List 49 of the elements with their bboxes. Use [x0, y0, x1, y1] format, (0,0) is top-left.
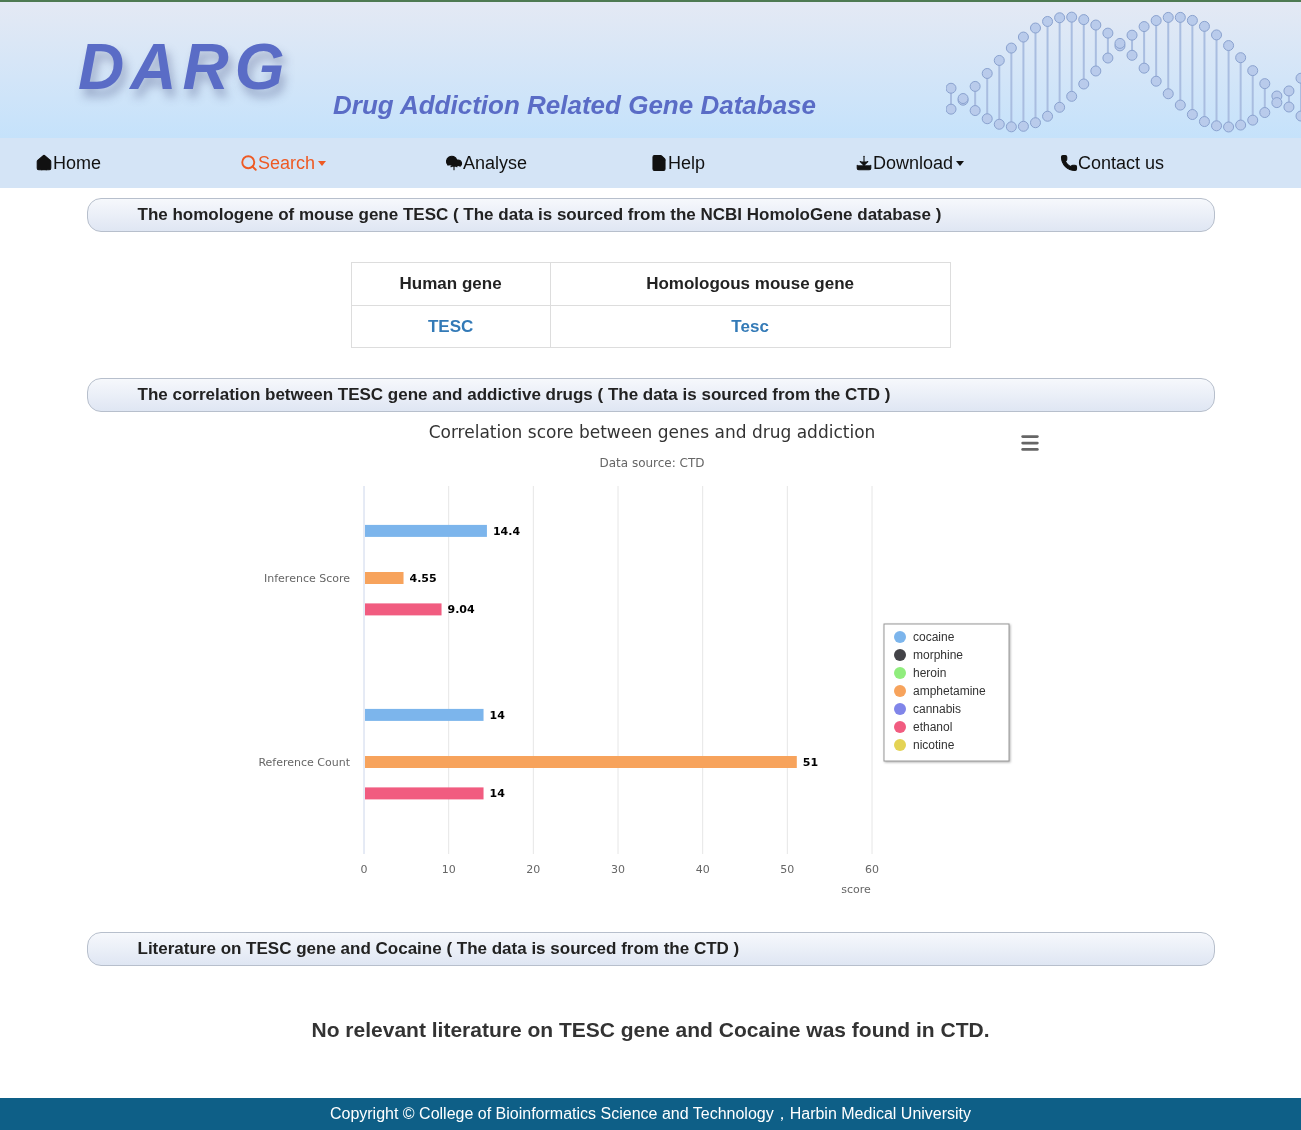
file-icon — [650, 154, 668, 172]
axis-tick-label: 60 — [864, 863, 879, 876]
data-label: 51 — [802, 756, 818, 769]
nav-link[interactable]: Contact us — [1025, 152, 1230, 174]
house-icon — [35, 154, 53, 172]
data-label: 4.55 — [409, 572, 437, 585]
legend-item[interactable]: amphetamine — [912, 684, 986, 698]
data-label: 14 — [489, 708, 505, 722]
column-header: Human gene — [351, 262, 551, 306]
nav-link[interactable]: Analyse — [410, 152, 615, 174]
phone-icon — [1060, 154, 1078, 172]
section-header: Literature on TESC gene and Cocaine ( The data is sourced from the CTD ) — [86, 932, 1215, 966]
axis-tick-label: 50 — [779, 863, 794, 876]
category-label: Inference Score — [263, 572, 350, 585]
site-subtitle: Drug Addiction Related Gene Database — [333, 90, 817, 121]
data-label: 14 — [489, 787, 505, 801]
menu-button[interactable] — [1018, 432, 1041, 454]
section-header: The correlation between TESC gene and addictive drugs ( The data is sourced from the CTD ) — [86, 378, 1215, 412]
data-label: 9.04 — [447, 603, 475, 617]
section-header: The homologene of mouse gene TESC ( The data is sourced from the NCBI HomoloGene database ) — [86, 198, 1215, 232]
cloud-upload-icon — [445, 154, 463, 172]
bar — [364, 572, 403, 584]
nav-link[interactable]: Download — [820, 152, 1025, 174]
legend-item[interactable]: nicotine — [912, 738, 954, 752]
axis-tick-label: 0 — [360, 863, 367, 876]
gene-link[interactable]: Tesc — [550, 305, 950, 348]
column-header: Homologous mouse gene — [550, 262, 950, 306]
axis-tick-label: 40 — [695, 863, 710, 876]
nav-link[interactable]: Help — [615, 152, 820, 174]
axis-tick-label: 20 — [525, 863, 540, 876]
axis-tick-label: 30 — [610, 863, 625, 876]
axis-tick-label: 10 — [441, 863, 456, 876]
legend-item[interactable]: morphine — [912, 648, 963, 662]
empty-message: No relevant literature on TESC gene and Cocaine was found in CTD. — [311, 1018, 990, 1042]
nav-link[interactable]: Home — [0, 152, 205, 174]
axis-title: score — [840, 883, 871, 896]
category-label: Reference Count — [257, 756, 350, 769]
legend-item[interactable]: cocaine — [912, 630, 954, 644]
logo: DARG — [78, 30, 291, 104]
chart-title: Correlation score between genes and drug addiction — [428, 422, 875, 442]
chart-subtitle: Data source: CTD — [598, 456, 705, 470]
download-icon — [855, 154, 873, 172]
footer-copyright: Copyright © College of Bioinformatics Science and Technology，Harbin Medical University — [0, 1098, 1301, 1130]
search-icon — [240, 154, 258, 172]
data-label: 14.4 — [492, 524, 520, 538]
legend-item[interactable]: ethanol — [912, 720, 952, 734]
legend-item[interactable]: heroin — [912, 666, 946, 680]
gene-link[interactable]: TESC — [351, 305, 551, 348]
legend-item[interactable]: cannabis — [912, 702, 961, 716]
